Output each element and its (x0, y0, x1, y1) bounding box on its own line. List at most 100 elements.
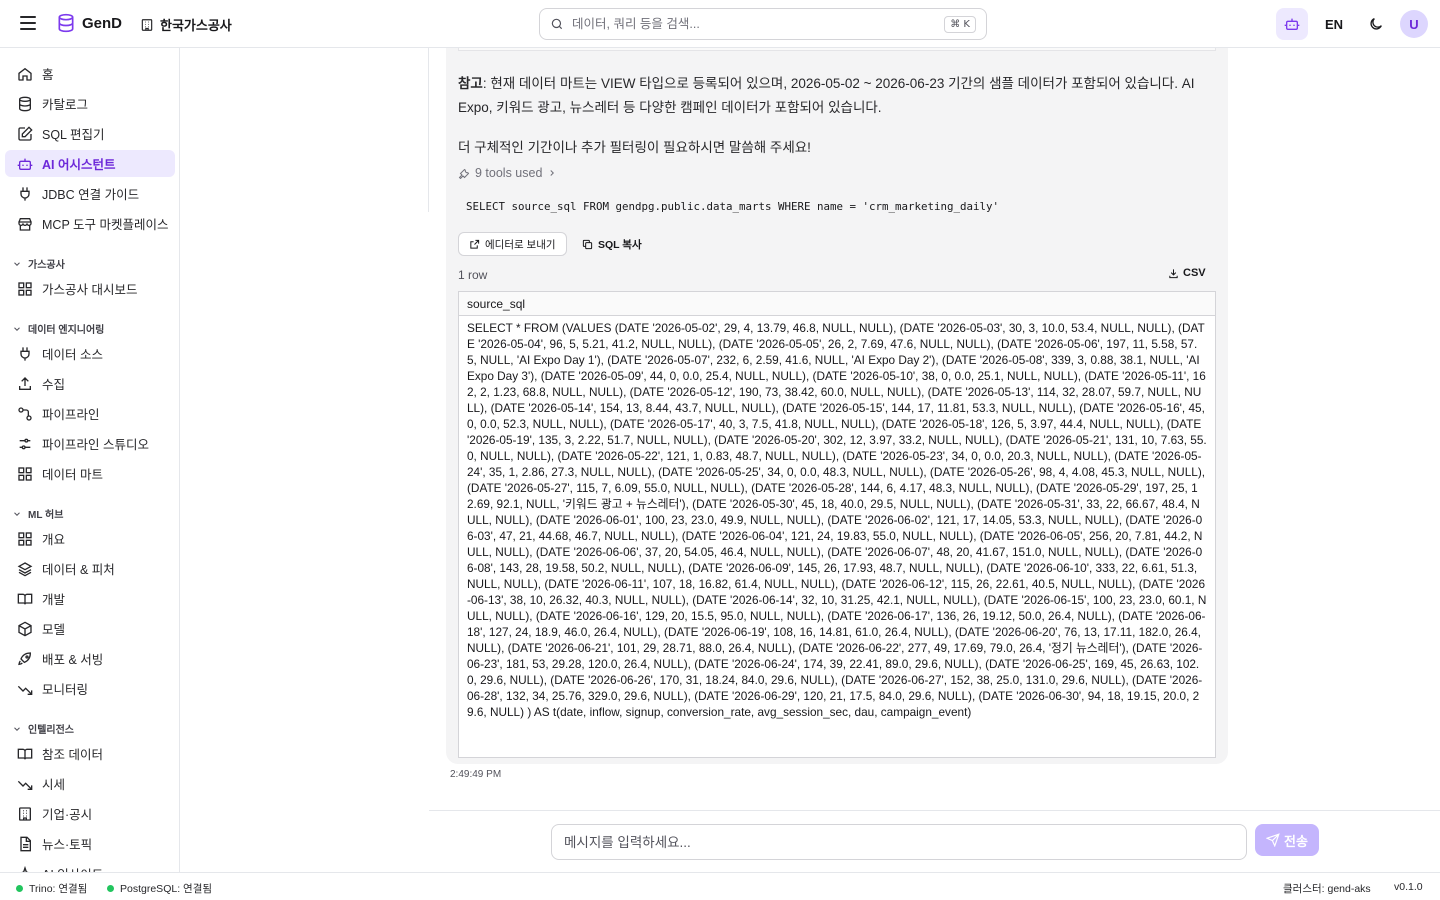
download-icon (1169, 268, 1178, 278)
send-label: 전송 (1284, 833, 1308, 849)
copy-sql-button[interactable]: SQL 복사 (582, 232, 642, 256)
sidebar-item-ai-assistant[interactable]: AI 어시스턴트 (5, 150, 175, 177)
building-icon (141, 18, 153, 31)
app-name: GenD (82, 14, 123, 32)
trend-icon (17, 780, 33, 790)
note-text: : 현재 데이터 마트는 VIEW 타입으로 등록되어 있으며, 2026-05… (458, 76, 1195, 115)
rocket-icon (18, 651, 32, 665)
sidebar-item-ai-insight[interactable]: AI 인사이트 (5, 860, 175, 872)
sidebar-item-label: 데이터 마트 (42, 468, 103, 482)
section-gas-corp[interactable]: 가스공사 (12, 256, 65, 271)
sidebar-item-reference-data[interactable]: 참조 데이터 (5, 740, 175, 767)
chevron-down-icon (14, 326, 20, 331)
table-header-source-sql[interactable]: source_sql (459, 292, 1215, 316)
send-icon (1266, 833, 1280, 847)
section-data-engineering[interactable]: 데이터 엔지니어링 (12, 321, 104, 336)
sidebar-item-market-price[interactable]: 시세 (5, 770, 175, 797)
sidebar-item-label: 모니터링 (42, 683, 89, 697)
sidebar-item-label: 가스공사 대시보드 (42, 283, 138, 297)
send-button[interactable]: 전송 (1255, 824, 1319, 856)
book-icon (17, 593, 33, 604)
sidebar-item-jdbc-guide[interactable]: JDBC 연결 가이드 (5, 180, 175, 207)
sidebar-item-model[interactable]: 모델 (5, 615, 175, 642)
global-search[interactable]: ⌘ K (539, 8, 987, 40)
sidebar-item-monitoring[interactable]: 모니터링 (5, 675, 175, 702)
sidebar-item-sql-editor[interactable]: SQL 편집기 (5, 120, 175, 147)
file-icon (20, 836, 31, 851)
tools-used-label: 9 tools used (475, 166, 543, 180)
download-csv-button[interactable]: CSV (1168, 267, 1206, 279)
sidebar-item-data-source[interactable]: 데이터 소스 (5, 340, 175, 367)
sidebar-item-data-mart[interactable]: 데이터 마트 (5, 460, 175, 487)
result-table: source_sql SELECT * FROM (VALUES (DATE '… (458, 291, 1216, 758)
plug-icon (20, 186, 30, 201)
sidebar-item-label: 배포 & 서빙 (42, 653, 104, 667)
chevron-right-icon (550, 170, 555, 176)
database-icon (19, 96, 31, 111)
sidebar-item-mcp-marketplace[interactable]: MCP 도구 마켓플레이스 (5, 210, 175, 237)
panel-divider[interactable] (428, 48, 429, 212)
org-switcher[interactable]: 한국가스공사 (140, 15, 232, 34)
result-row-count: 1 row (458, 268, 488, 282)
tools-used-toggle[interactable]: 9 tools used (458, 166, 557, 180)
note-label: 참고 (458, 76, 483, 91)
bot-icon (17, 158, 33, 170)
chevron-down-icon (14, 511, 20, 516)
postgres-status-label: PostgreSQL: 연결됨 (120, 883, 213, 895)
org-name: 한국가스공사 (160, 18, 232, 33)
sidebar-item-label: 기업·공시 (42, 808, 93, 822)
home-icon (18, 67, 32, 81)
sidebar-item-gas-dashboard[interactable]: 가스공사 대시보드 (5, 275, 175, 302)
building-icon (19, 806, 31, 821)
previous-block-edge (458, 48, 1216, 51)
app-header: GenD 한국가스공사 ⌘ K EN U (0, 0, 1440, 48)
menu-icon[interactable] (20, 16, 36, 32)
sidebar-item-label: 카탈로그 (42, 98, 89, 112)
send-to-editor-button[interactable]: 에디터로 보내기 (458, 232, 567, 256)
moon-icon (1370, 18, 1382, 30)
section-ml-hub[interactable]: ML 허브 (12, 506, 63, 521)
sidebar-item-catalog[interactable]: 카탈로그 (5, 90, 175, 117)
search-icon (551, 18, 563, 30)
trino-status-label: Trino: 연결됨 (29, 883, 88, 895)
message-input[interactable] (551, 824, 1247, 860)
app-logo[interactable]: GenD (56, 13, 122, 33)
postgres-status: PostgreSQL: 연결됨 (107, 881, 212, 896)
sidebar-item-label: SQL 편집기 (42, 128, 105, 142)
status-dot-icon (16, 885, 23, 892)
sidebar-item-data-features[interactable]: 데이터 & 피처 (5, 555, 175, 582)
sidebar-item-ingest[interactable]: 수집 (5, 370, 175, 397)
sidebar-item-deploy-serving[interactable]: 배포 & 서빙 (5, 645, 175, 672)
sidebar-item-overview[interactable]: 개요 (5, 525, 175, 552)
external-link-icon (470, 239, 480, 249)
chevron-down-icon (14, 726, 20, 731)
cluster-label: 클러스터: gend-aks (1283, 883, 1371, 895)
sidebar-item-development[interactable]: 개발 (5, 585, 175, 612)
dashboard-icon (18, 281, 32, 296)
table-cell-source-sql: SELECT * FROM (VALUES (DATE '2026-05-02'… (467, 321, 1207, 719)
sidebar-item-label: 파이프라인 스튜디오 (42, 438, 149, 452)
sidebar-item-home[interactable]: 홈 (5, 60, 175, 87)
bot-icon (1284, 18, 1300, 30)
language-toggle[interactable]: EN (1316, 8, 1352, 40)
csv-label: CSV (1183, 267, 1206, 279)
theme-toggle[interactable] (1360, 8, 1392, 40)
sidebar-item-label: 파이프라인 (42, 408, 100, 422)
copy-icon (582, 239, 593, 249)
grid-icon (18, 466, 32, 481)
chevron-down-icon (14, 261, 20, 266)
composer-divider (429, 810, 1440, 811)
sidebar-item-news-topic[interactable]: 뉴스·토픽 (5, 830, 175, 857)
ai-assistant-button[interactable] (1276, 8, 1308, 40)
sidebar-item-company-disclosure[interactable]: 기업·공시 (5, 800, 175, 827)
section-title: 데이터 엔지니어링 (28, 325, 105, 336)
chat-panel: 참고: 현재 데이터 마트는 VIEW 타입으로 등록되어 있으며, 2026-… (180, 48, 1440, 872)
sidebar-item-label: MCP 도구 마켓플레이스 (42, 218, 169, 232)
user-avatar[interactable]: U (1400, 10, 1428, 38)
section-intelligence[interactable]: 인텔리전스 (12, 721, 74, 736)
copy-sql-label: SQL 복사 (598, 238, 642, 251)
sidebar-item-pipeline-studio[interactable]: 파이프라인 스튜디오 (5, 430, 175, 457)
sidebar-item-pipeline[interactable]: 파이프라인 (5, 400, 175, 427)
sidebar-item-label: 시세 (42, 778, 66, 792)
search-input[interactable] (572, 17, 937, 31)
